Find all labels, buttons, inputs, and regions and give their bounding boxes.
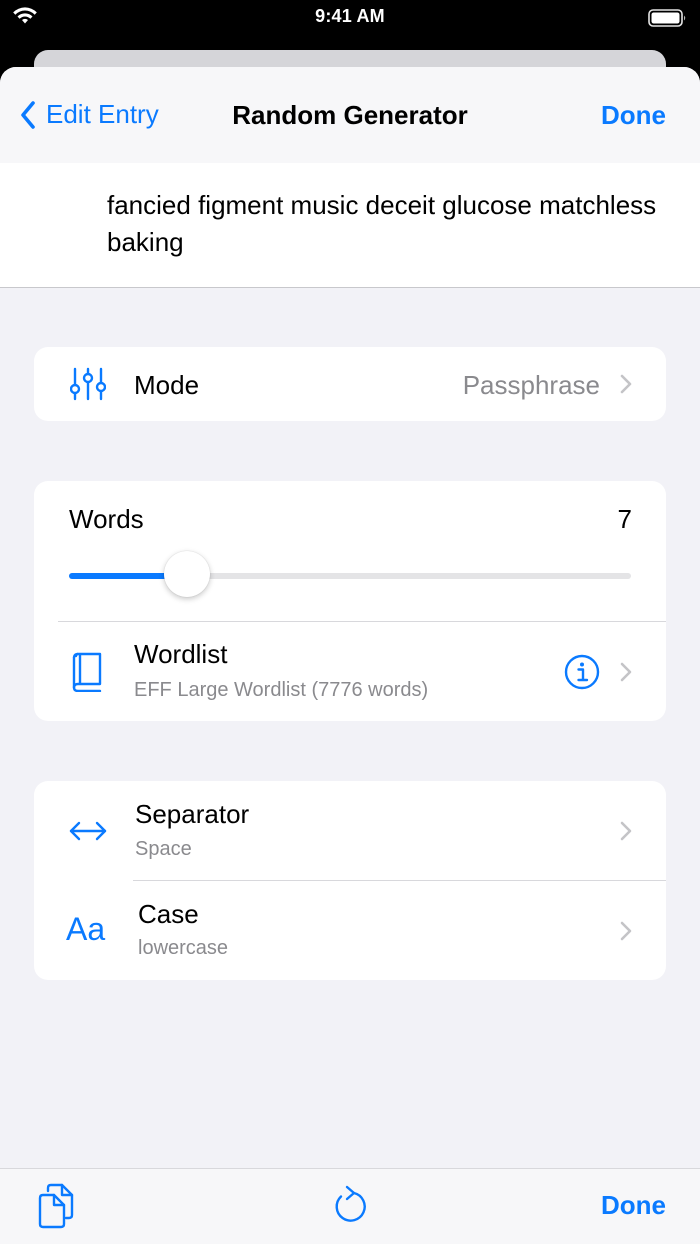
status-bar: 9:41 AM xyxy=(0,0,700,40)
case-row[interactable]: Aa Case lowercase xyxy=(34,881,666,980)
navigation-bar: Edit Entry Random Generator Done xyxy=(0,67,700,164)
wordlist-label: Wordlist xyxy=(134,639,228,669)
book-icon xyxy=(70,652,104,697)
chevron-right-icon xyxy=(620,374,632,399)
toolbar-done-button[interactable]: Done xyxy=(601,1190,666,1221)
chevron-left-icon xyxy=(21,100,35,129)
back-button-label: Edit Entry xyxy=(46,99,159,129)
bottom-toolbar: Done xyxy=(0,1168,700,1244)
separator-label: Separator xyxy=(135,799,250,829)
words-card: Words 7 Wordlist EFF Large Wordlist (777… xyxy=(34,481,666,721)
chevron-right-icon xyxy=(620,662,632,687)
status-time: 9:41 AM xyxy=(315,6,385,26)
wordlist-row[interactable]: Wordlist EFF Large Wordlist (7776 words) xyxy=(34,622,666,721)
info-icon[interactable] xyxy=(564,654,600,695)
wordlist-subtitle: EFF Large Wordlist (7776 words) xyxy=(134,679,429,701)
separator-value: Space xyxy=(135,838,192,860)
mode-label: Mode xyxy=(134,370,200,400)
generated-passphrase: fancied figment music deceit glucose mat… xyxy=(107,190,657,257)
mode-row[interactable]: Mode Passphrase xyxy=(34,347,666,421)
chevron-right-icon xyxy=(620,921,632,946)
generated-passphrase-box: fancied figment music deceit glucose mat… xyxy=(0,163,700,288)
format-card: Separator Space Aa Case lowercase xyxy=(34,781,666,980)
back-button[interactable]: Edit Entry xyxy=(20,99,159,130)
mode-value: Passphrase xyxy=(462,370,600,400)
case-value: lowercase xyxy=(138,937,229,959)
nav-done-button[interactable]: Done xyxy=(601,100,666,131)
words-count: 7 xyxy=(617,504,632,534)
words-slider-thumb[interactable] xyxy=(164,551,211,597)
separator-row[interactable]: Separator Space xyxy=(34,781,666,880)
generator-sheet: Edit Entry Random Generator Done fancied… xyxy=(0,67,700,1244)
copy-icon[interactable] xyxy=(36,1183,76,1234)
left-right-arrow-icon xyxy=(68,819,108,848)
refresh-icon[interactable] xyxy=(332,1185,368,1230)
words-label: Words xyxy=(69,504,144,534)
case-label: Case xyxy=(138,899,199,929)
case-icon: Aa xyxy=(66,911,106,947)
sliders-icon xyxy=(69,367,107,406)
mode-card: Mode Passphrase xyxy=(34,347,666,421)
words-slider-track[interactable] xyxy=(69,573,631,579)
chevron-right-icon xyxy=(620,821,632,846)
battery-icon xyxy=(648,8,688,33)
